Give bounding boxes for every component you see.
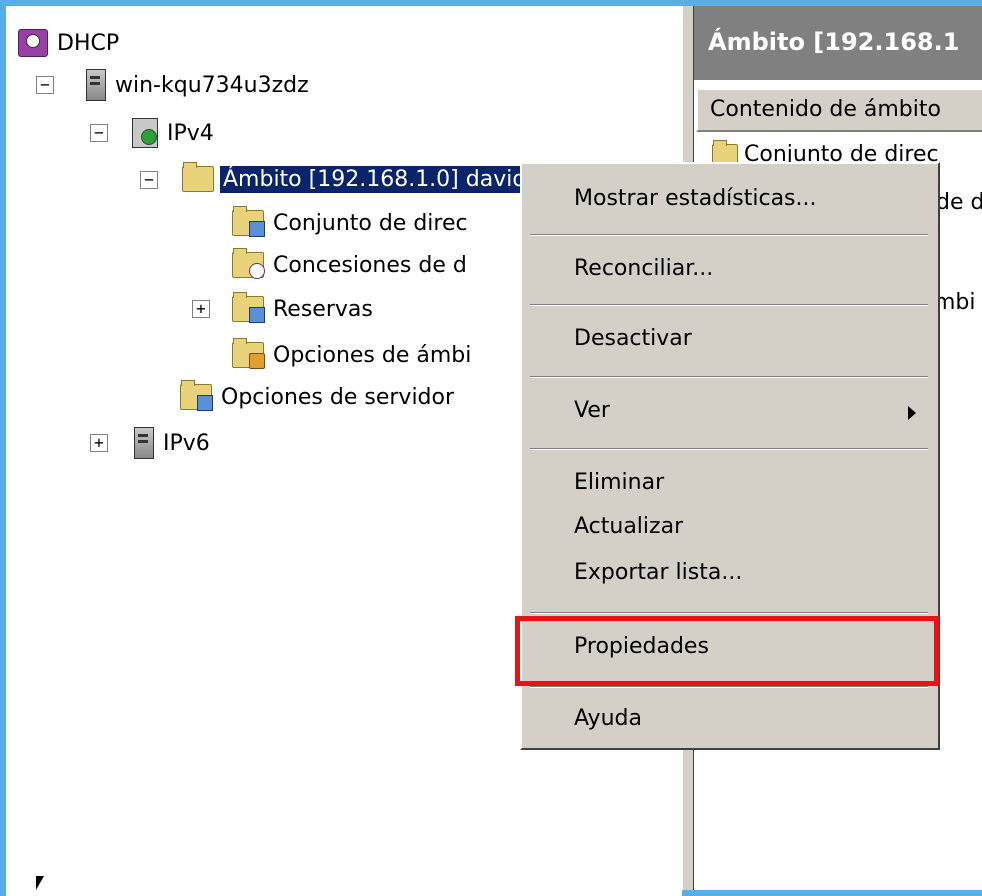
leases-icon — [232, 248, 265, 279]
menu-item-view[interactable]: Ver — [574, 398, 610, 423]
menu-separator — [530, 376, 928, 378]
menu-separator — [530, 304, 928, 306]
tree-label: Opciones de servidor — [221, 384, 455, 410]
details-title: Ámbito [192.168.1 — [708, 28, 960, 56]
tree-node-server-options[interactable]: Opciones de servidor — [180, 380, 457, 414]
tree-node-dhcp[interactable]: DHCP — [18, 26, 122, 60]
tree-node-address-pool[interactable]: Conjunto de direc — [232, 206, 471, 240]
tree-label: win-kqu734u3zdz — [115, 72, 309, 98]
tree-node-reservations[interactable]: Reservas — [232, 292, 376, 326]
tree-node-scope[interactable]: Ámbito [192.168.1.0] davidIPv4 — [182, 162, 577, 196]
menu-item-delete[interactable]: Eliminar — [574, 470, 664, 495]
menu-separator — [530, 686, 928, 688]
server-icon — [86, 69, 106, 101]
tree-node-ipv6[interactable]: IPv6 — [134, 426, 213, 460]
dhcp-icon — [18, 29, 48, 57]
address-pool-icon — [232, 206, 265, 237]
open-folder-icon — [182, 162, 214, 192]
scope-options-icon — [232, 338, 265, 369]
clock-icon — [249, 263, 265, 279]
server-icon — [134, 427, 154, 459]
list-item[interactable]: de d — [936, 190, 982, 215]
menu-separator — [530, 448, 928, 450]
collapse-toggle[interactable]: − — [36, 76, 54, 94]
options-badge-icon — [197, 395, 213, 411]
computer-icon — [249, 307, 265, 323]
submenu-arrow-icon — [908, 406, 916, 420]
menu-separator — [530, 234, 928, 236]
app-window: DHCP − win-kqu734u3zdz − IPv4 − Ámbito [… — [0, 0, 982, 896]
tree-label: IPv6 — [163, 430, 210, 456]
tree-node-leases[interactable]: Concesiones de d — [232, 248, 470, 282]
tree-label: Concesiones de d — [273, 252, 467, 278]
menu-item-help[interactable]: Ayuda — [574, 706, 642, 731]
column-header[interactable]: Contenido de ámbito — [696, 88, 982, 132]
details-title-bar: Ámbito [192.168.1 — [694, 6, 982, 80]
expand-toggle[interactable]: + — [90, 434, 108, 452]
tree-label: IPv4 — [167, 120, 214, 146]
list-item-label: de d — [936, 190, 982, 215]
collapse-toggle[interactable]: − — [140, 171, 158, 189]
tree-label: Conjunto de direc — [273, 210, 468, 236]
menu-separator — [530, 612, 928, 614]
server-options-icon — [180, 380, 213, 411]
menu-item-export-list[interactable]: Exportar lista... — [574, 560, 742, 585]
list-item-label: mbi — [934, 290, 976, 315]
expand-toggle[interactable]: + — [192, 300, 210, 318]
tree-label: Opciones de ámbi — [273, 342, 472, 368]
collapse-toggle[interactable]: − — [90, 124, 108, 142]
tree-node-server[interactable]: win-kqu734u3zdz — [86, 68, 312, 102]
mouse-cursor-icon — [36, 876, 44, 890]
tree-node-ipv4[interactable]: IPv4 — [132, 116, 217, 150]
tree-label: DHCP — [57, 30, 120, 56]
list-item[interactable]: mbi — [934, 290, 976, 315]
tree-label: Reservas — [273, 296, 373, 322]
menu-item-refresh[interactable]: Actualizar — [574, 514, 683, 539]
gear-icon — [249, 353, 265, 369]
pool-badge-icon — [249, 221, 265, 237]
column-header-label: Contenido de ámbito — [710, 97, 941, 122]
tree-node-scope-options[interactable]: Opciones de ámbi — [232, 338, 474, 372]
properties-highlight-box — [515, 616, 939, 686]
ipv4-server-icon — [132, 118, 158, 148]
reservations-icon — [232, 292, 265, 323]
menu-item-deactivate[interactable]: Desactivar — [574, 326, 692, 351]
menu-item-reconcile[interactable]: Reconciliar... — [574, 256, 713, 281]
menu-item-show-statistics[interactable]: Mostrar estadísticas... — [574, 186, 817, 211]
